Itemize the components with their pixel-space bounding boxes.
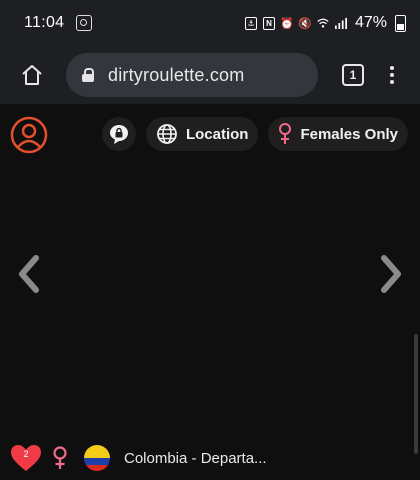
nfc-icon: ⚓	[244, 16, 257, 30]
mute-icon: 🔇	[298, 17, 312, 30]
location-filter-button[interactable]: Location	[145, 117, 259, 151]
partner-info-bar: 2 Colombia - Departa...	[10, 444, 267, 472]
female-icon	[53, 446, 67, 469]
gender-filter-label: Females Only	[300, 125, 398, 143]
screen-record-icon	[76, 15, 93, 31]
home-icon	[22, 65, 42, 85]
location-filter-label: Location	[185, 125, 249, 143]
browser-toolbar: dirtyroulette.com 1	[0, 46, 420, 104]
previous-button[interactable]	[14, 254, 44, 294]
next-button[interactable]	[376, 254, 406, 294]
battery-icon	[395, 14, 406, 32]
more-menu-button[interactable]	[390, 66, 394, 84]
private-chat-button[interactable]	[101, 117, 136, 151]
female-icon	[279, 123, 292, 144]
page-scrollbar[interactable]	[414, 334, 418, 454]
chevron-right-icon	[381, 255, 401, 293]
alarm-icon: ⏰	[280, 17, 294, 30]
gender-filter-button[interactable]: Females Only	[268, 117, 408, 151]
signal-icon	[334, 17, 347, 29]
status-icons: ⚓ N ⏰ 🔇 47%	[244, 14, 406, 32]
status-bar: 11:04 ⚓ N ⏰ 🔇 47%	[0, 0, 420, 46]
colombia-flag-icon	[84, 445, 110, 471]
video-area: Location Females Only 2 Colombia - Depar…	[0, 104, 420, 480]
n-icon: N	[262, 16, 275, 30]
tab-switcher-button[interactable]: 1	[342, 64, 364, 86]
address-bar[interactable]: dirtyroulette.com	[66, 53, 318, 97]
home-button[interactable]	[16, 59, 48, 91]
lock-icon	[82, 68, 94, 82]
url-text: dirtyroulette.com	[108, 64, 245, 85]
chat-lock-icon	[109, 125, 128, 144]
like-count: 2	[23, 449, 29, 459]
wifi-icon	[317, 18, 329, 28]
filter-controls: Location Females Only	[101, 117, 408, 151]
status-time: 11:04	[24, 14, 65, 31]
globe-icon	[157, 124, 177, 144]
user-icon	[10, 116, 48, 154]
partner-location: Colombia - Departa...	[124, 449, 267, 467]
like-button[interactable]: 2	[10, 444, 42, 472]
profile-button[interactable]	[10, 116, 48, 154]
chevron-left-icon	[19, 255, 39, 293]
battery-percent: 47%	[354, 14, 387, 31]
